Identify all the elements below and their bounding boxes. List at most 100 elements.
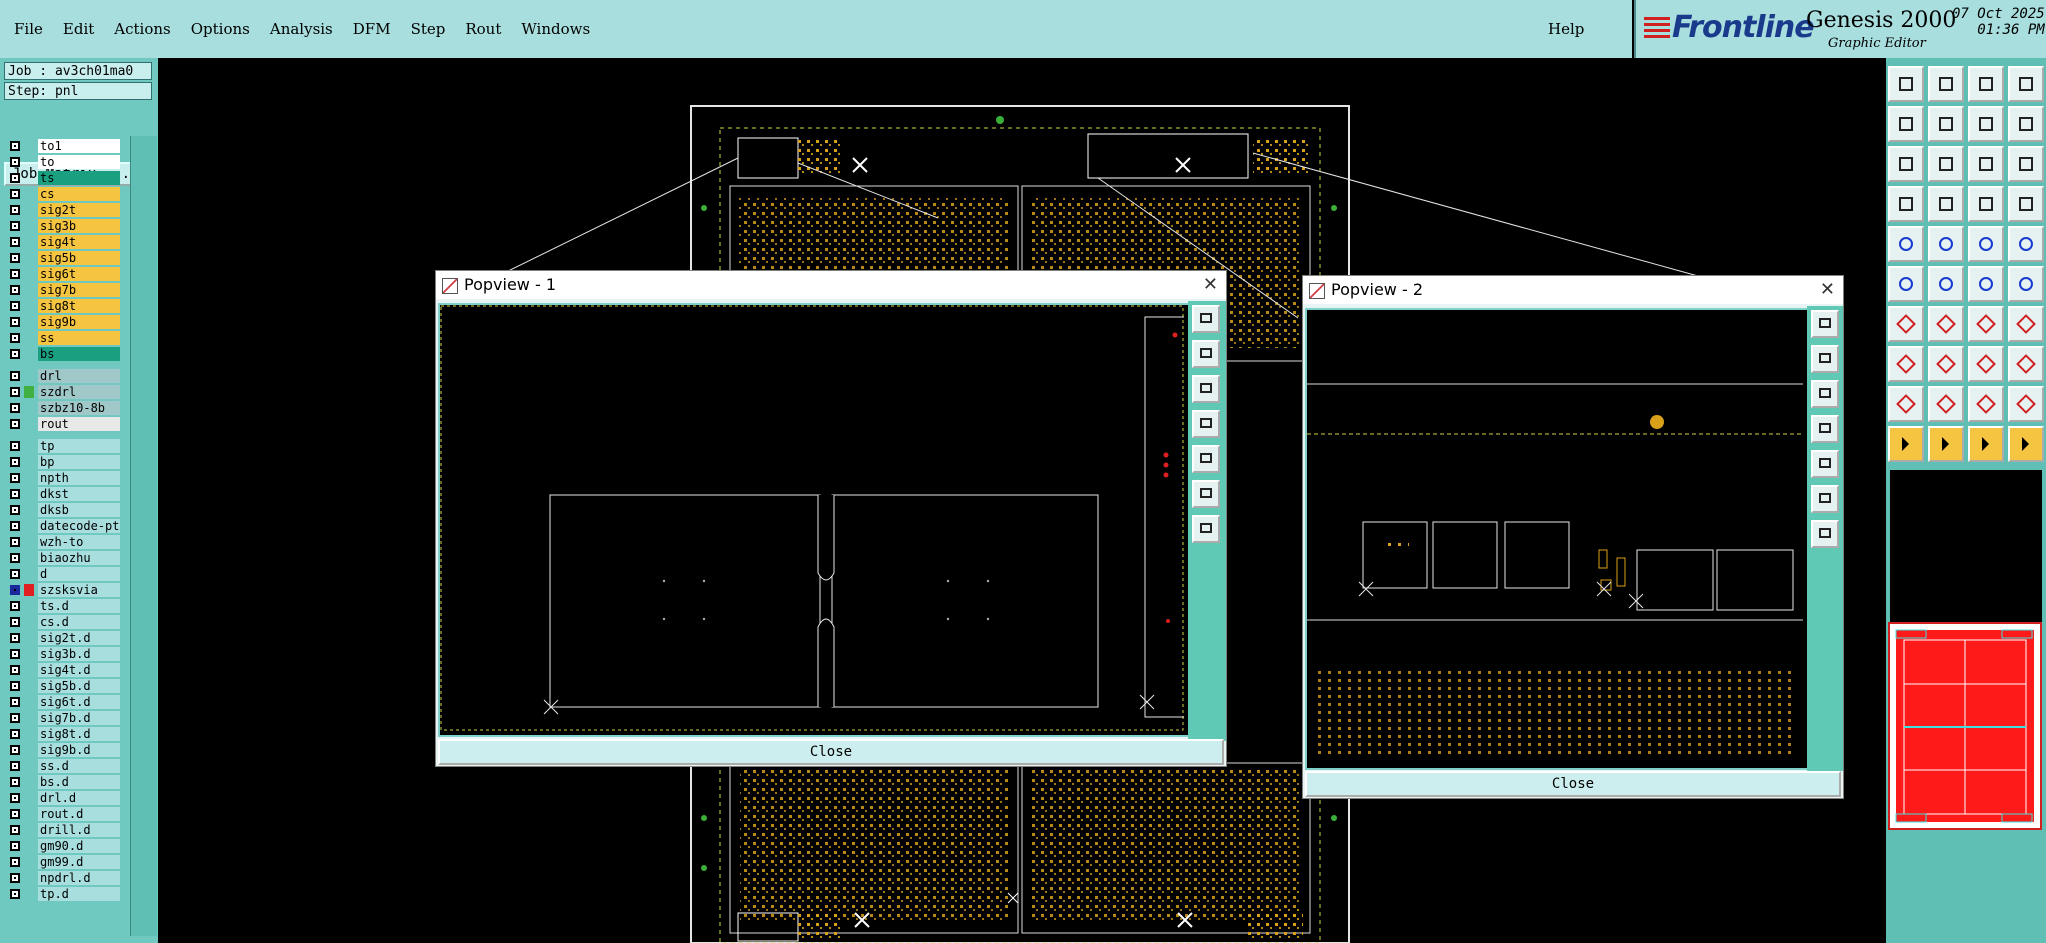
layer-name[interactable]: bs bbox=[38, 347, 120, 361]
layer-row[interactable]: ss.d bbox=[4, 758, 126, 774]
layer-name[interactable]: sig4t bbox=[38, 235, 120, 249]
layer-row[interactable]: drl bbox=[4, 368, 126, 384]
layer-row[interactable]: sig7b.d bbox=[4, 710, 126, 726]
layer-row[interactable]: bs bbox=[4, 346, 126, 362]
layer-checkbox[interactable] bbox=[10, 793, 20, 803]
layer-name[interactable]: szbz10-8b bbox=[38, 401, 120, 415]
popview-zoom-in-button[interactable] bbox=[1192, 340, 1220, 368]
polygon-icon[interactable] bbox=[2008, 386, 2044, 422]
popview-zoom-out-button[interactable] bbox=[1192, 375, 1220, 403]
layer-name[interactable]: to bbox=[38, 155, 120, 169]
layer-checkbox[interactable] bbox=[10, 601, 20, 611]
layer-name[interactable]: drl bbox=[38, 369, 120, 383]
layer-checkbox[interactable] bbox=[10, 403, 20, 413]
layer-name[interactable]: sig7b bbox=[38, 283, 120, 297]
layer-checkbox[interactable] bbox=[10, 873, 20, 883]
layer-name[interactable]: tp.d bbox=[38, 887, 120, 901]
layer-row[interactable]: ss bbox=[4, 330, 126, 346]
layer-name[interactable]: sig5b bbox=[38, 251, 120, 265]
popview-pan-left-button[interactable] bbox=[1811, 415, 1839, 443]
overview-minimap[interactable] bbox=[1888, 622, 2042, 830]
layer-row[interactable]: sig6t.d bbox=[4, 694, 126, 710]
line-select-icon[interactable] bbox=[1928, 226, 1964, 262]
node-icon[interactable] bbox=[1888, 266, 1924, 302]
layer-checkbox[interactable] bbox=[10, 333, 20, 343]
layer-row[interactable]: ts bbox=[4, 170, 126, 186]
layer-row[interactable]: rout.d bbox=[4, 806, 126, 822]
layer-checkbox[interactable] bbox=[10, 387, 20, 397]
layer-name[interactable]: npdrl.d bbox=[38, 871, 120, 885]
layer-row[interactable]: bs.d bbox=[4, 774, 126, 790]
layer-checkbox[interactable] bbox=[10, 521, 20, 531]
layer-checkbox[interactable] bbox=[10, 349, 20, 359]
menu-analysis[interactable]: Analysis bbox=[270, 20, 333, 38]
menu-options[interactable]: Options bbox=[191, 20, 250, 38]
layer-name[interactable]: gm99.d bbox=[38, 855, 120, 869]
popview-center-button[interactable] bbox=[1192, 515, 1220, 543]
layer-row[interactable]: biaozhu bbox=[4, 550, 126, 566]
arc-add-icon[interactable] bbox=[1888, 386, 1924, 422]
layer-row[interactable]: tp bbox=[4, 438, 126, 454]
layer-checkbox[interactable] bbox=[10, 489, 20, 499]
layer-checkbox[interactable] bbox=[10, 419, 20, 429]
layer-name[interactable]: drl.d bbox=[38, 791, 120, 805]
layer-row[interactable]: szdrl bbox=[4, 384, 126, 400]
layer-row[interactable]: sig3b.d bbox=[4, 646, 126, 662]
layer-name[interactable]: cs bbox=[38, 187, 120, 201]
layer-row[interactable]: d bbox=[4, 566, 126, 582]
layer-row[interactable]: dksb bbox=[4, 502, 126, 518]
layer-name[interactable]: d bbox=[38, 567, 120, 581]
layer-name[interactable]: sig6t bbox=[38, 267, 120, 281]
close-icon[interactable]: ✕ bbox=[1820, 276, 1835, 304]
popview-2-view[interactable] bbox=[1305, 308, 1809, 770]
layer-checkbox[interactable] bbox=[10, 457, 20, 467]
layer-row[interactable]: szsksvia bbox=[4, 582, 126, 598]
layer-name[interactable]: szsksvia bbox=[38, 583, 120, 597]
layer-name[interactable]: to1 bbox=[38, 139, 120, 153]
popview-pan-left-button[interactable] bbox=[1192, 410, 1220, 438]
menu-file[interactable]: File bbox=[14, 20, 43, 38]
layer-checkbox[interactable] bbox=[10, 665, 20, 675]
close-icon[interactable]: ✕ bbox=[1203, 271, 1218, 299]
layer-name[interactable]: biaozhu bbox=[38, 551, 120, 565]
layer-row[interactable]: sig9b bbox=[4, 314, 126, 330]
layer-checkbox[interactable] bbox=[10, 889, 20, 899]
layer-row[interactable]: sig8t bbox=[4, 298, 126, 314]
zoom-center-icon[interactable] bbox=[1928, 146, 1964, 182]
layer-checkbox[interactable] bbox=[10, 141, 20, 151]
layer-name[interactable]: ts bbox=[38, 171, 120, 185]
layer-row[interactable]: tp.d bbox=[4, 886, 126, 902]
arc-icon[interactable] bbox=[1968, 306, 2004, 342]
slash-icon[interactable] bbox=[1928, 306, 1964, 342]
layer-name[interactable]: sig3b bbox=[38, 219, 120, 233]
snap-icon[interactable] bbox=[2008, 106, 2044, 142]
angle-icon[interactable] bbox=[1888, 306, 1924, 342]
layer-checkbox[interactable] bbox=[10, 441, 20, 451]
layer-name[interactable]: dkst bbox=[38, 487, 120, 501]
menu-dfm[interactable]: DFM bbox=[353, 20, 391, 38]
layer-row[interactable]: datecode-pt bbox=[4, 518, 126, 534]
layer-name[interactable]: cs.d bbox=[38, 615, 120, 629]
layer-checkbox[interactable] bbox=[10, 761, 20, 771]
layer-checkbox[interactable] bbox=[10, 473, 20, 483]
layer-row[interactable]: cs.d bbox=[4, 614, 126, 630]
layer-row[interactable]: rout bbox=[4, 416, 126, 432]
measure-icon[interactable] bbox=[1888, 186, 1924, 222]
component-icon[interactable] bbox=[1968, 346, 2004, 382]
layer-name[interactable]: ss.d bbox=[38, 759, 120, 773]
pointer-tree-icon[interactable] bbox=[2008, 426, 2044, 462]
layer-name[interactable]: gm90.d bbox=[38, 839, 120, 853]
layer-row[interactable]: wzh-to bbox=[4, 534, 126, 550]
menu-edit[interactable]: Edit bbox=[63, 20, 94, 38]
layer-checkbox[interactable] bbox=[10, 697, 20, 707]
layer-name[interactable]: sig8t.d bbox=[38, 727, 120, 741]
menu-rout[interactable]: Rout bbox=[465, 20, 501, 38]
layer-checkbox[interactable] bbox=[10, 633, 20, 643]
layer-checkbox[interactable] bbox=[10, 841, 20, 851]
layer-compare-icon[interactable] bbox=[1968, 186, 2004, 222]
layer-checkbox[interactable] bbox=[10, 681, 20, 691]
layer-checkbox[interactable] bbox=[10, 745, 20, 755]
layer-name[interactable]: sig4t.d bbox=[38, 663, 120, 677]
move-icon[interactable] bbox=[1968, 266, 2004, 302]
layer-row[interactable]: bp bbox=[4, 454, 126, 470]
